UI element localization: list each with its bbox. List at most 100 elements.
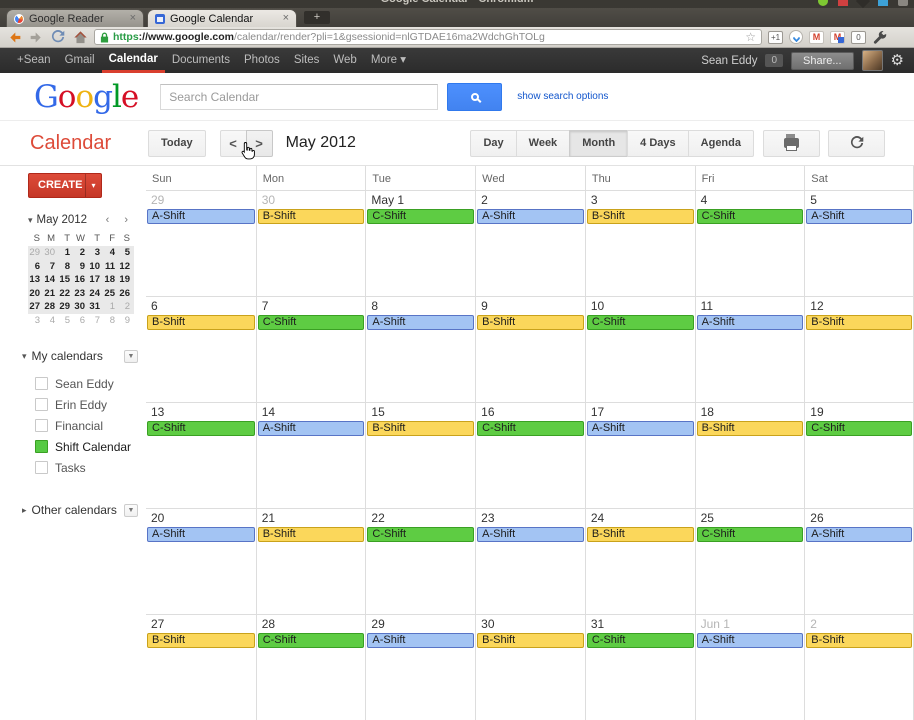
event-c-shift[interactable]: C-Shift <box>477 421 584 436</box>
mini-calendar-day[interactable]: 10 <box>88 260 103 274</box>
url-bar[interactable]: https://www.google.com/calendar/render?p… <box>94 29 762 45</box>
mini-calendar-day[interactable]: 18 <box>103 273 118 287</box>
show-search-options-link[interactable]: show search options <box>517 91 608 102</box>
calendar-color-swatch[interactable] <box>35 461 48 474</box>
event-c-shift[interactable]: C-Shift <box>806 421 912 436</box>
day-cell[interactable]: 10 C-Shift <box>584 297 695 402</box>
wrench-menu-icon[interactable] <box>872 29 888 45</box>
today-button[interactable]: Today <box>148 129 206 157</box>
day-cell[interactable]: 7 C-Shift <box>255 297 366 402</box>
gbar-link-sites[interactable]: Sites <box>287 48 327 73</box>
mini-calendar-day[interactable]: 8 <box>103 314 118 328</box>
close-icon[interactable]: × <box>130 13 136 24</box>
refresh-button[interactable] <box>828 129 885 157</box>
day-cell[interactable]: 11 A-Shift <box>694 297 805 402</box>
mini-calendar-day[interactable]: 15 <box>58 273 73 287</box>
day-cell[interactable]: 19 C-Shift <box>804 403 914 508</box>
event-c-shift[interactable]: C-Shift <box>257 633 365 648</box>
event-a-shift[interactable]: A-Shift <box>696 315 804 330</box>
print-button[interactable] <box>763 129 820 157</box>
close-icon[interactable]: × <box>283 13 289 24</box>
collapse-icon[interactable]: ▾ <box>28 215 33 226</box>
event-c-shift[interactable]: C-Shift <box>367 527 475 542</box>
day-cell[interactable]: 23 A-Shift <box>475 509 585 614</box>
event-b-shift[interactable]: B-Shift <box>806 633 912 648</box>
mini-calendar-day[interactable]: 29 <box>28 246 43 260</box>
day-cell[interactable]: May 1 C-Shift <box>365 191 475 296</box>
day-cell[interactable]: 15 B-Shift <box>365 403 475 508</box>
event-a-shift[interactable]: A-Shift <box>477 209 584 224</box>
day-cell[interactable]: 21 B-Shift <box>255 509 366 614</box>
mini-calendar-day[interactable]: 29 <box>58 300 73 314</box>
event-c-shift[interactable]: C-Shift <box>586 633 694 648</box>
search-button[interactable] <box>447 82 503 111</box>
reload-icon[interactable] <box>50 29 66 45</box>
mini-calendar-day[interactable]: 9 <box>118 314 133 328</box>
tab-google-reader[interactable]: Google Reader × <box>6 9 144 27</box>
gbar-link-more[interactable]: More ▾ <box>364 48 413 73</box>
day-cell[interactable]: 27 B-Shift <box>146 615 256 720</box>
day-cell[interactable]: 13 C-Shift <box>146 403 256 508</box>
event-b-shift[interactable]: B-Shift <box>147 633 255 648</box>
mini-calendar-day[interactable]: 8 <box>58 260 73 274</box>
event-a-shift[interactable]: A-Shift <box>257 421 365 436</box>
day-cell[interactable]: 28 C-Shift <box>255 615 366 720</box>
event-a-shift[interactable]: A-Shift <box>367 315 475 330</box>
create-dropdown-icon[interactable]: ▾ <box>85 174 101 197</box>
other-calendars-dropdown-icon[interactable]: ▼ <box>124 503 138 517</box>
mini-calendar-day[interactable]: 24 <box>88 287 103 301</box>
gmail-offline-extension-icon[interactable]: M <box>830 30 845 44</box>
event-c-shift[interactable]: C-Shift <box>696 209 804 224</box>
day-cell[interactable]: 2 B-Shift <box>804 615 914 720</box>
day-cell[interactable]: 16 C-Shift <box>475 403 585 508</box>
event-c-shift[interactable]: C-Shift <box>367 209 475 224</box>
mini-calendar-day[interactable]: 3 <box>88 246 103 260</box>
day-cell[interactable]: 25 C-Shift <box>694 509 805 614</box>
mini-calendar-day[interactable]: 12 <box>118 260 133 274</box>
mini-calendar-day[interactable]: 6 <box>28 260 43 274</box>
mini-calendar-day[interactable]: 5 <box>118 246 133 260</box>
event-c-shift[interactable]: C-Shift <box>257 315 365 330</box>
day-cell[interactable]: 3 B-Shift <box>584 191 695 296</box>
mini-calendar-day[interactable]: 1 <box>58 246 73 260</box>
day-cell[interactable]: 2 A-Shift <box>475 191 585 296</box>
gbar-link-photos[interactable]: Photos <box>237 48 287 73</box>
gear-icon[interactable]: ⚙ <box>891 53 904 68</box>
event-b-shift[interactable]: B-Shift <box>586 209 694 224</box>
event-a-shift[interactable]: A-Shift <box>696 633 804 648</box>
mini-calendar-day[interactable]: 7 <box>43 260 58 274</box>
calendar-color-swatch[interactable] <box>35 440 48 453</box>
tab-google-calendar[interactable]: Google Calendar × <box>147 9 297 27</box>
event-c-shift[interactable]: C-Shift <box>147 421 255 436</box>
share-button[interactable]: Share... <box>791 51 854 70</box>
event-b-shift[interactable]: B-Shift <box>147 315 255 330</box>
event-a-shift[interactable]: A-Shift <box>367 633 475 648</box>
event-b-shift[interactable]: B-Shift <box>257 527 365 542</box>
day-cell[interactable]: 12 B-Shift <box>804 297 914 402</box>
day-cell[interactable]: 31 C-Shift <box>584 615 695 720</box>
day-cell[interactable]: 4 C-Shift <box>694 191 805 296</box>
bookmark-star-icon[interactable]: ☆ <box>745 31 756 43</box>
mini-calendar-day[interactable]: 30 <box>43 246 58 260</box>
mini-calendar-day[interactable]: 31 <box>88 300 103 314</box>
mini-calendar-day[interactable]: 13 <box>28 273 43 287</box>
calendar-list-item-tasks[interactable]: Tasks <box>35 457 146 478</box>
gbar-link-web[interactable]: Web <box>326 48 363 73</box>
mini-calendar-day[interactable]: 5 <box>58 314 73 328</box>
event-b-shift[interactable]: B-Shift <box>257 209 365 224</box>
calendar-color-swatch[interactable] <box>35 398 48 411</box>
mini-calendar-day[interactable]: 14 <box>43 273 58 287</box>
day-cell[interactable]: 20 A-Shift <box>146 509 256 614</box>
event-b-shift[interactable]: B-Shift <box>367 421 475 436</box>
notification-badge[interactable]: 0 <box>765 54 784 67</box>
mini-calendar-day[interactable]: 2 <box>73 246 88 260</box>
mini-calendar-day[interactable]: 17 <box>88 273 103 287</box>
voice-extension-icon[interactable] <box>789 30 803 44</box>
day-cell[interactable]: Jun 1 A-Shift <box>694 615 805 720</box>
mini-calendar-day[interactable]: 30 <box>73 300 88 314</box>
mini-calendar-day[interactable]: 16 <box>73 273 88 287</box>
mini-calendar-day[interactable]: 26 <box>118 287 133 301</box>
counter-extension-icon[interactable]: 0 <box>851 30 866 44</box>
event-b-shift[interactable]: B-Shift <box>477 633 584 648</box>
event-a-shift[interactable]: A-Shift <box>147 209 255 224</box>
